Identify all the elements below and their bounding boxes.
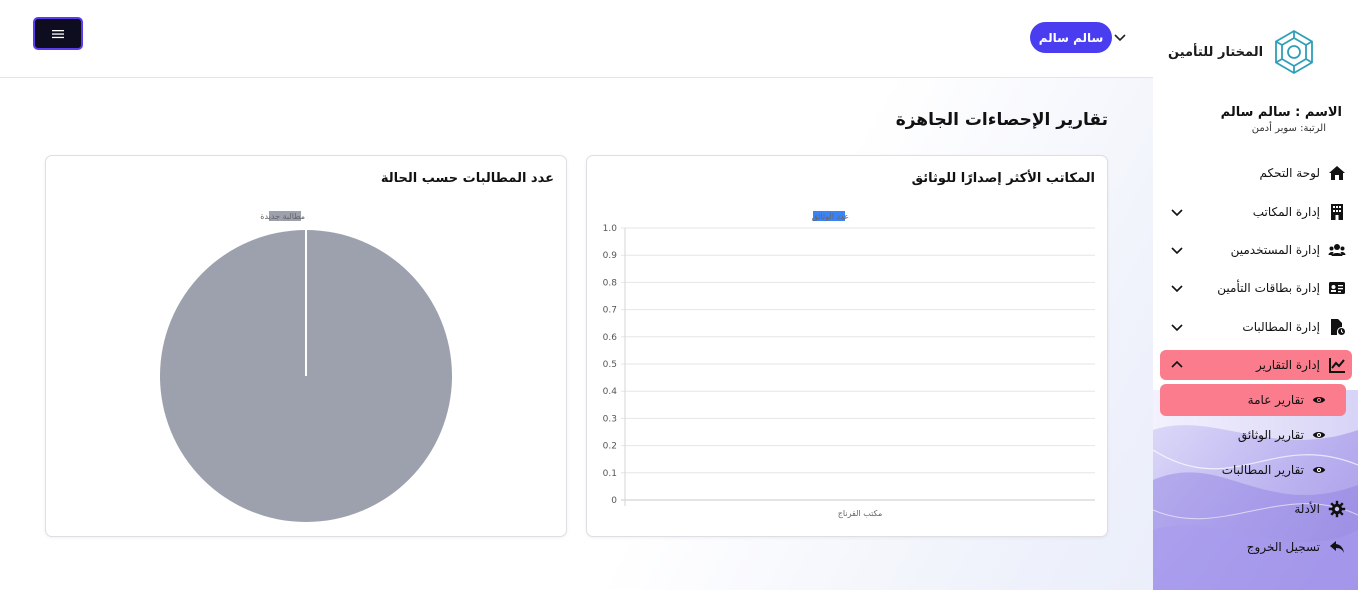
chevron-up-icon bbox=[1171, 360, 1183, 368]
id-card-icon bbox=[1329, 282, 1345, 294]
sidebar-item-guides[interactable]: الأدلة bbox=[1160, 494, 1352, 524]
sidebar: المختار للتأمين الاسم : سالم سالم الرتبة… bbox=[1153, 0, 1358, 590]
hamburger-menu-button[interactable] bbox=[33, 17, 83, 50]
user-role: الرتبة: سوبر أدمن bbox=[1166, 123, 1326, 134]
sidebar-item-offices[interactable]: إدارة المكاتب bbox=[1160, 197, 1352, 227]
sidebar-item-label: إدارة المكاتب bbox=[1252, 205, 1320, 219]
sidebar-item-label: تسجيل الخروج bbox=[1246, 540, 1320, 554]
y-tick-label: 0.1 bbox=[603, 469, 617, 479]
y-tick-label: 0.6 bbox=[603, 333, 618, 343]
sidebar-item-users[interactable]: إدارة المستخدمين bbox=[1160, 235, 1352, 265]
y-tick-label: 0.8 bbox=[603, 278, 618, 288]
gear-icon bbox=[1328, 500, 1346, 518]
legend-label: عدد الوثائق bbox=[812, 212, 849, 221]
claims-status-card: عدد المطالبات حسب الحالة مطالبة جديدة bbox=[45, 155, 567, 537]
sidebar-subitem-label: تقارير الوثائق bbox=[1237, 428, 1304, 442]
building-icon bbox=[1331, 204, 1343, 220]
y-tick-label: 0.9 bbox=[603, 251, 618, 261]
top-bar: سالم سالم bbox=[0, 0, 1153, 78]
sidebar-item-logout[interactable]: تسجيل الخروج bbox=[1160, 532, 1352, 562]
offices-documents-card: المكاتب الأكثر إصدارًا للوثائق عدد الوثا… bbox=[586, 155, 1108, 537]
sidebar-item-label: إدارة بطاقات التأمين bbox=[1217, 281, 1320, 295]
home-icon bbox=[1329, 166, 1345, 180]
pie-chart: مطالبة جديدة bbox=[160, 211, 452, 522]
users-icon bbox=[1328, 244, 1346, 256]
chevron-down-icon[interactable] bbox=[1113, 30, 1127, 44]
legend-label: مطالبة جديدة bbox=[260, 212, 305, 221]
eye-icon bbox=[1312, 432, 1326, 438]
sidebar-subitem-general-reports[interactable]: تقارير عامة bbox=[1160, 384, 1346, 416]
chevron-down-icon bbox=[1171, 209, 1183, 217]
role-value: سوبر أدمن bbox=[1251, 123, 1297, 134]
y-tick-label: 0.7 bbox=[603, 306, 617, 316]
y-tick-label: 0.2 bbox=[603, 442, 617, 452]
logout-arrow-icon bbox=[1330, 541, 1344, 553]
sidebar-subitem-claims-reports[interactable]: تقارير المطالبات bbox=[1160, 455, 1346, 485]
sidebar-item-label: الأدلة bbox=[1294, 502, 1320, 516]
brand-name: المختار للتأمين bbox=[1168, 44, 1264, 60]
logo-icon bbox=[1275, 29, 1313, 75]
y-tick-label: 0.3 bbox=[603, 414, 617, 424]
y-tick-label: 0.5 bbox=[603, 360, 617, 370]
chart-line-icon bbox=[1329, 358, 1345, 373]
user-name: الاسم : سالم سالم bbox=[1220, 105, 1342, 120]
sidebar-subitem-documents-reports[interactable]: تقارير الوثائق bbox=[1160, 420, 1346, 450]
x-tick-label: مكتب القرناج bbox=[838, 509, 882, 518]
sidebar-item-label: إدارة المطالبات bbox=[1242, 320, 1320, 334]
bar-chart: عدد الوثائق 1.0 0.9 0.8 0.7 0.6 0.5 0.4 0.3 0.2 0… bbox=[603, 211, 1095, 518]
file-clock-icon bbox=[1331, 319, 1345, 335]
y-tick-label: 1.0 bbox=[603, 224, 618, 234]
y-tick-label: 0 bbox=[611, 496, 617, 506]
sidebar-item-label: لوحة التحكم bbox=[1259, 166, 1321, 180]
chevron-down-icon bbox=[1171, 324, 1183, 332]
menu-icon bbox=[52, 29, 64, 38]
sidebar-item-dashboard[interactable]: لوحة التحكم bbox=[1160, 158, 1352, 188]
sidebar-subitem-label: تقارير عامة bbox=[1247, 393, 1304, 407]
chevron-down-icon bbox=[1171, 247, 1183, 255]
sidebar-item-label: إدارة التقارير bbox=[1255, 358, 1320, 372]
role-label: الرتبة: bbox=[1300, 123, 1326, 134]
eye-icon bbox=[1312, 467, 1326, 473]
chevron-down-icon bbox=[1171, 285, 1183, 293]
sidebar-item-insurance-cards[interactable]: إدارة بطاقات التأمين bbox=[1160, 273, 1352, 303]
user-menu-button[interactable]: سالم سالم bbox=[1030, 22, 1112, 53]
sidebar-subitem-label: تقارير المطالبات bbox=[1221, 463, 1304, 477]
y-tick-label: 0.4 bbox=[603, 387, 618, 397]
sidebar-item-claims[interactable]: إدارة المطالبات bbox=[1160, 312, 1352, 342]
sidebar-item-label: إدارة المستخدمين bbox=[1230, 243, 1320, 257]
page-title: تقارير الإحصاءات الجاهزة bbox=[895, 110, 1108, 130]
sidebar-item-reports[interactable]: إدارة التقارير bbox=[1160, 350, 1352, 380]
eye-icon bbox=[1312, 397, 1326, 403]
